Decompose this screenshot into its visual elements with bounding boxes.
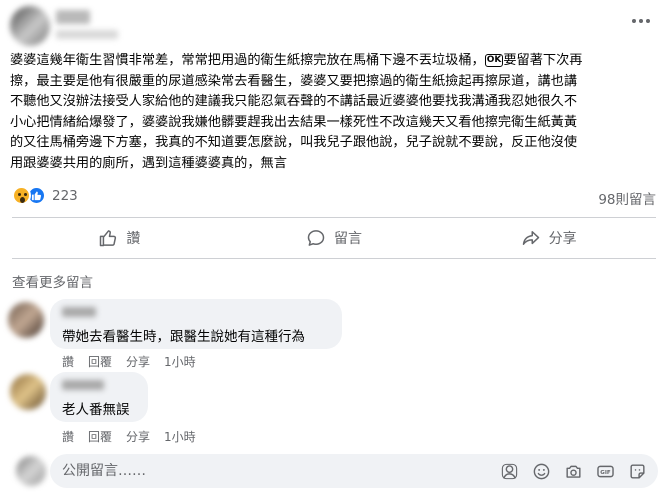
comment-like-link[interactable]: 讚 <box>62 353 74 370</box>
comment-bubble: 帶她去看醫生時，跟醫生說她有這種行為 <box>50 299 342 349</box>
camera-icon[interactable] <box>562 460 584 482</box>
sticker-icon[interactable] <box>626 460 648 482</box>
like-label: 讚 <box>126 231 141 247</box>
comment-reply-link[interactable]: 回覆 <box>88 428 112 445</box>
divider <box>12 217 656 218</box>
like-button[interactable]: 讚 <box>12 223 227 253</box>
share-button[interactable]: 分享 <box>441 223 656 253</box>
comment-composer: GIF <box>50 454 658 488</box>
svg-text:GIF: GIF <box>600 470 611 476</box>
avatar-sticker-icon[interactable] <box>498 460 520 482</box>
comment-input[interactable] <box>62 463 498 479</box>
post-text: 婆婆這幾年衛生習慣非常差，常常把用過的衛生紙擦完放在馬桶下邊不丟垃圾桶， OK 要留… <box>10 51 660 174</box>
comment-time[interactable]: 1小時 <box>164 428 196 445</box>
avatar[interactable] <box>10 374 46 410</box>
post-line: 小心把情緒給爆發了，婆婆說我嫌他髒要趕我出去結果一樣死性不改這幾天又看他擦完衛生… <box>10 114 578 130</box>
share-icon <box>522 231 539 245</box>
composer-tools: GIF <box>498 460 658 482</box>
post-line: 的又往馬桶旁邊下方塞，我真的不知道要怎麼說，叫我兒子跟他說，兒子說就不要說，反正… <box>10 135 578 150</box>
emoji-icon[interactable] <box>530 460 552 482</box>
commenter-name[interactable] <box>62 380 104 390</box>
see-more-comments-link[interactable]: 查看更多留言 <box>12 271 93 291</box>
commenter-name[interactable] <box>62 307 96 317</box>
comment-icon <box>307 230 325 246</box>
more-options-button[interactable] <box>626 10 656 32</box>
reactions-summary[interactable]: 223 <box>12 186 78 205</box>
comment-text: 老人番無誤 <box>62 402 130 418</box>
post-line: 不聽他又沒辦法接受人家給他的建議我只能忍氣吞聲的不講話最近婆婆他要找我溝通我忍她… <box>10 94 578 109</box>
comment-like-link[interactable]: 讚 <box>62 428 74 445</box>
comment-actions: 讚 回覆 分享 1小時 <box>62 428 210 445</box>
dot-icon <box>632 19 636 23</box>
comment-actions: 讚 回覆 分享 1小時 <box>62 353 210 370</box>
dot-icon <box>646 19 650 23</box>
comment-share-link[interactable]: 分享 <box>126 428 150 445</box>
comment-share-link[interactable]: 分享 <box>126 353 150 370</box>
post-author-name[interactable] <box>56 10 90 24</box>
comment-text: 帶她去看醫生時，跟醫生說她有這種行為 <box>62 329 305 345</box>
comment-bubble: 老人番無誤 <box>50 372 148 422</box>
wow-reaction-icon <box>12 186 31 205</box>
ok-emoji-icon: OK <box>484 54 504 67</box>
comment-time[interactable]: 1小時 <box>164 353 196 370</box>
divider <box>12 258 656 259</box>
gif-icon[interactable]: GIF <box>594 460 616 482</box>
avatar[interactable] <box>8 302 44 338</box>
reaction-count[interactable]: 223 <box>52 188 78 204</box>
comment-button[interactable]: 留言 <box>227 223 442 253</box>
thumbs-up-icon <box>100 230 117 247</box>
share-label: 分享 <box>548 231 577 247</box>
dot-icon <box>639 19 643 23</box>
comment-label: 留言 <box>334 231 362 247</box>
post-author-avatar[interactable] <box>10 6 50 46</box>
current-user-avatar[interactable] <box>16 456 46 486</box>
post-line: 婆婆這幾年衛生習慣非常差，常常把用過的衛生紙擦完放在馬桶下邊不丟垃圾桶， OK 要留… <box>10 53 583 68</box>
comment-reply-link[interactable]: 回覆 <box>88 353 112 370</box>
post-line: 用跟婆婆共用的廁所，遇到這種婆婆真的，無言 <box>10 155 287 171</box>
post-timestamp[interactable] <box>56 30 118 39</box>
post-line: 擦，最主要是他有很嚴重的尿道感染常去看醫生，婆婆又要把擦過的衛生紙撿起再擦尿道，… <box>10 73 578 89</box>
comment-count[interactable]: 98則留言 <box>598 188 656 208</box>
post-action-bar: 讚 留言 分享 <box>12 223 656 253</box>
thumbs-up-icon <box>31 191 42 201</box>
